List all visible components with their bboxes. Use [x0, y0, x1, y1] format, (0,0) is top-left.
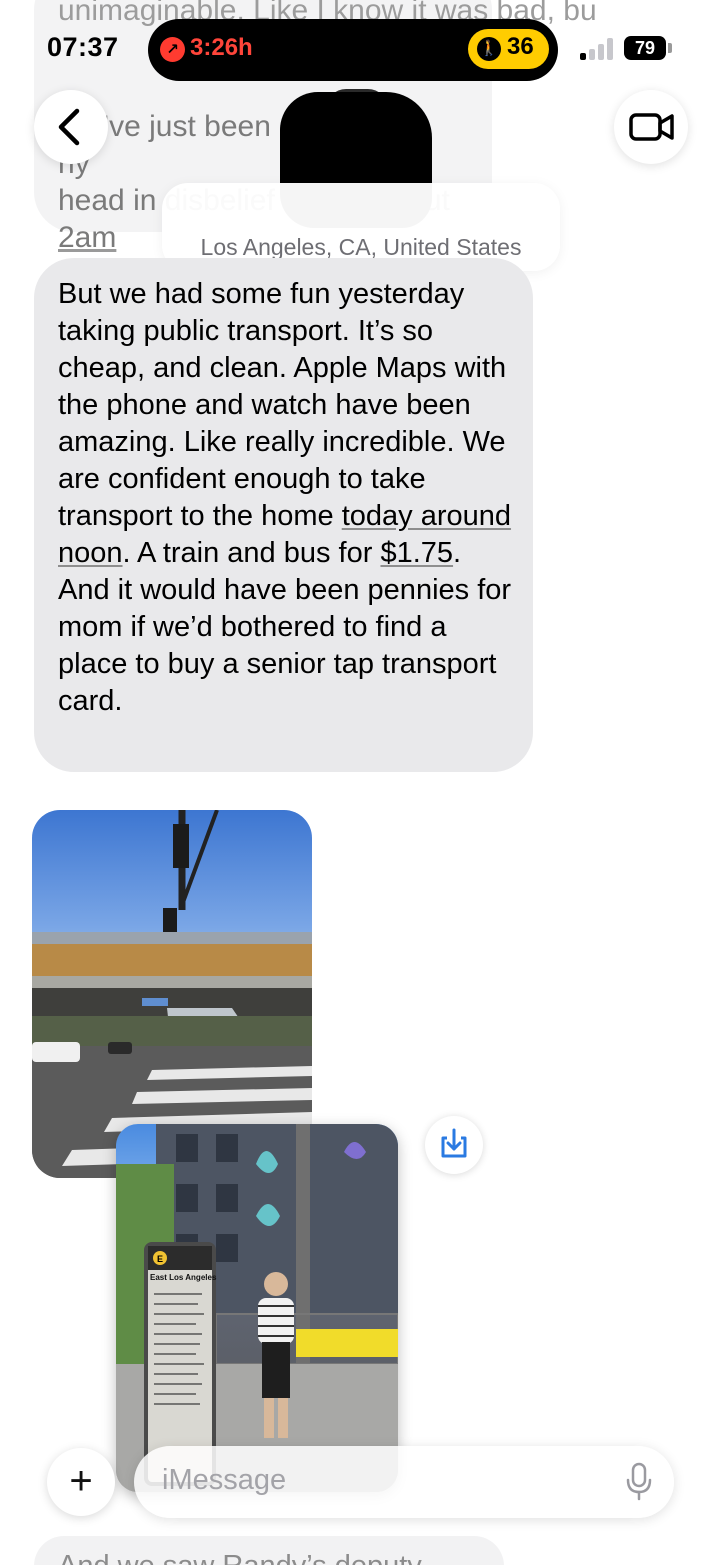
photo-street-overpass[interactable]: [32, 810, 312, 1178]
battery-icon: 79: [624, 36, 666, 60]
recording-timer: 3:26h: [190, 34, 253, 61]
video-camera-icon: [629, 113, 674, 141]
photo-station-sign[interactable]: E East Los Angeles: [116, 1124, 398, 1492]
message-link-price[interactable]: $1.75: [380, 537, 453, 569]
message-text: But we had some fun yesterday taking pub…: [58, 276, 518, 720]
contact-location: Los Angeles, CA, United States: [200, 234, 522, 260]
message-part2: . A train and bus for: [122, 537, 381, 569]
next-message-partial: And we saw Randy’s deputy: [58, 1550, 422, 1565]
back-button[interactable]: [34, 90, 108, 164]
imessage-placeholder: iMessage: [162, 1464, 287, 1496]
facetime-video-button[interactable]: [614, 90, 688, 164]
activity-count: 36: [507, 33, 534, 60]
battery-tip: [668, 43, 672, 53]
walking-figure-icon: 🚶: [477, 37, 501, 61]
chevron-left-icon: [58, 108, 80, 146]
save-download-icon: [441, 1128, 467, 1158]
photo-street-overpass-image: [32, 810, 312, 1178]
status-time: 07:37: [47, 32, 119, 62]
arrow-up-right-icon: ↗: [160, 37, 185, 62]
add-attachment-button[interactable]: +: [47, 1448, 115, 1516]
station-sign-letter: E: [157, 1254, 163, 1264]
message-part1: But we had some fun yesterday taking pub…: [58, 278, 507, 532]
station-sign-title: East Los Angeles: [150, 1273, 217, 1282]
cellular-signal-icon: [580, 38, 616, 60]
save-photo-button[interactable]: [425, 1116, 483, 1174]
microphone-icon[interactable]: [624, 1462, 654, 1502]
previous-message-link[interactable]: 2am: [58, 221, 116, 254]
photo-station-sign-image: E East Los Angeles: [116, 1124, 398, 1492]
